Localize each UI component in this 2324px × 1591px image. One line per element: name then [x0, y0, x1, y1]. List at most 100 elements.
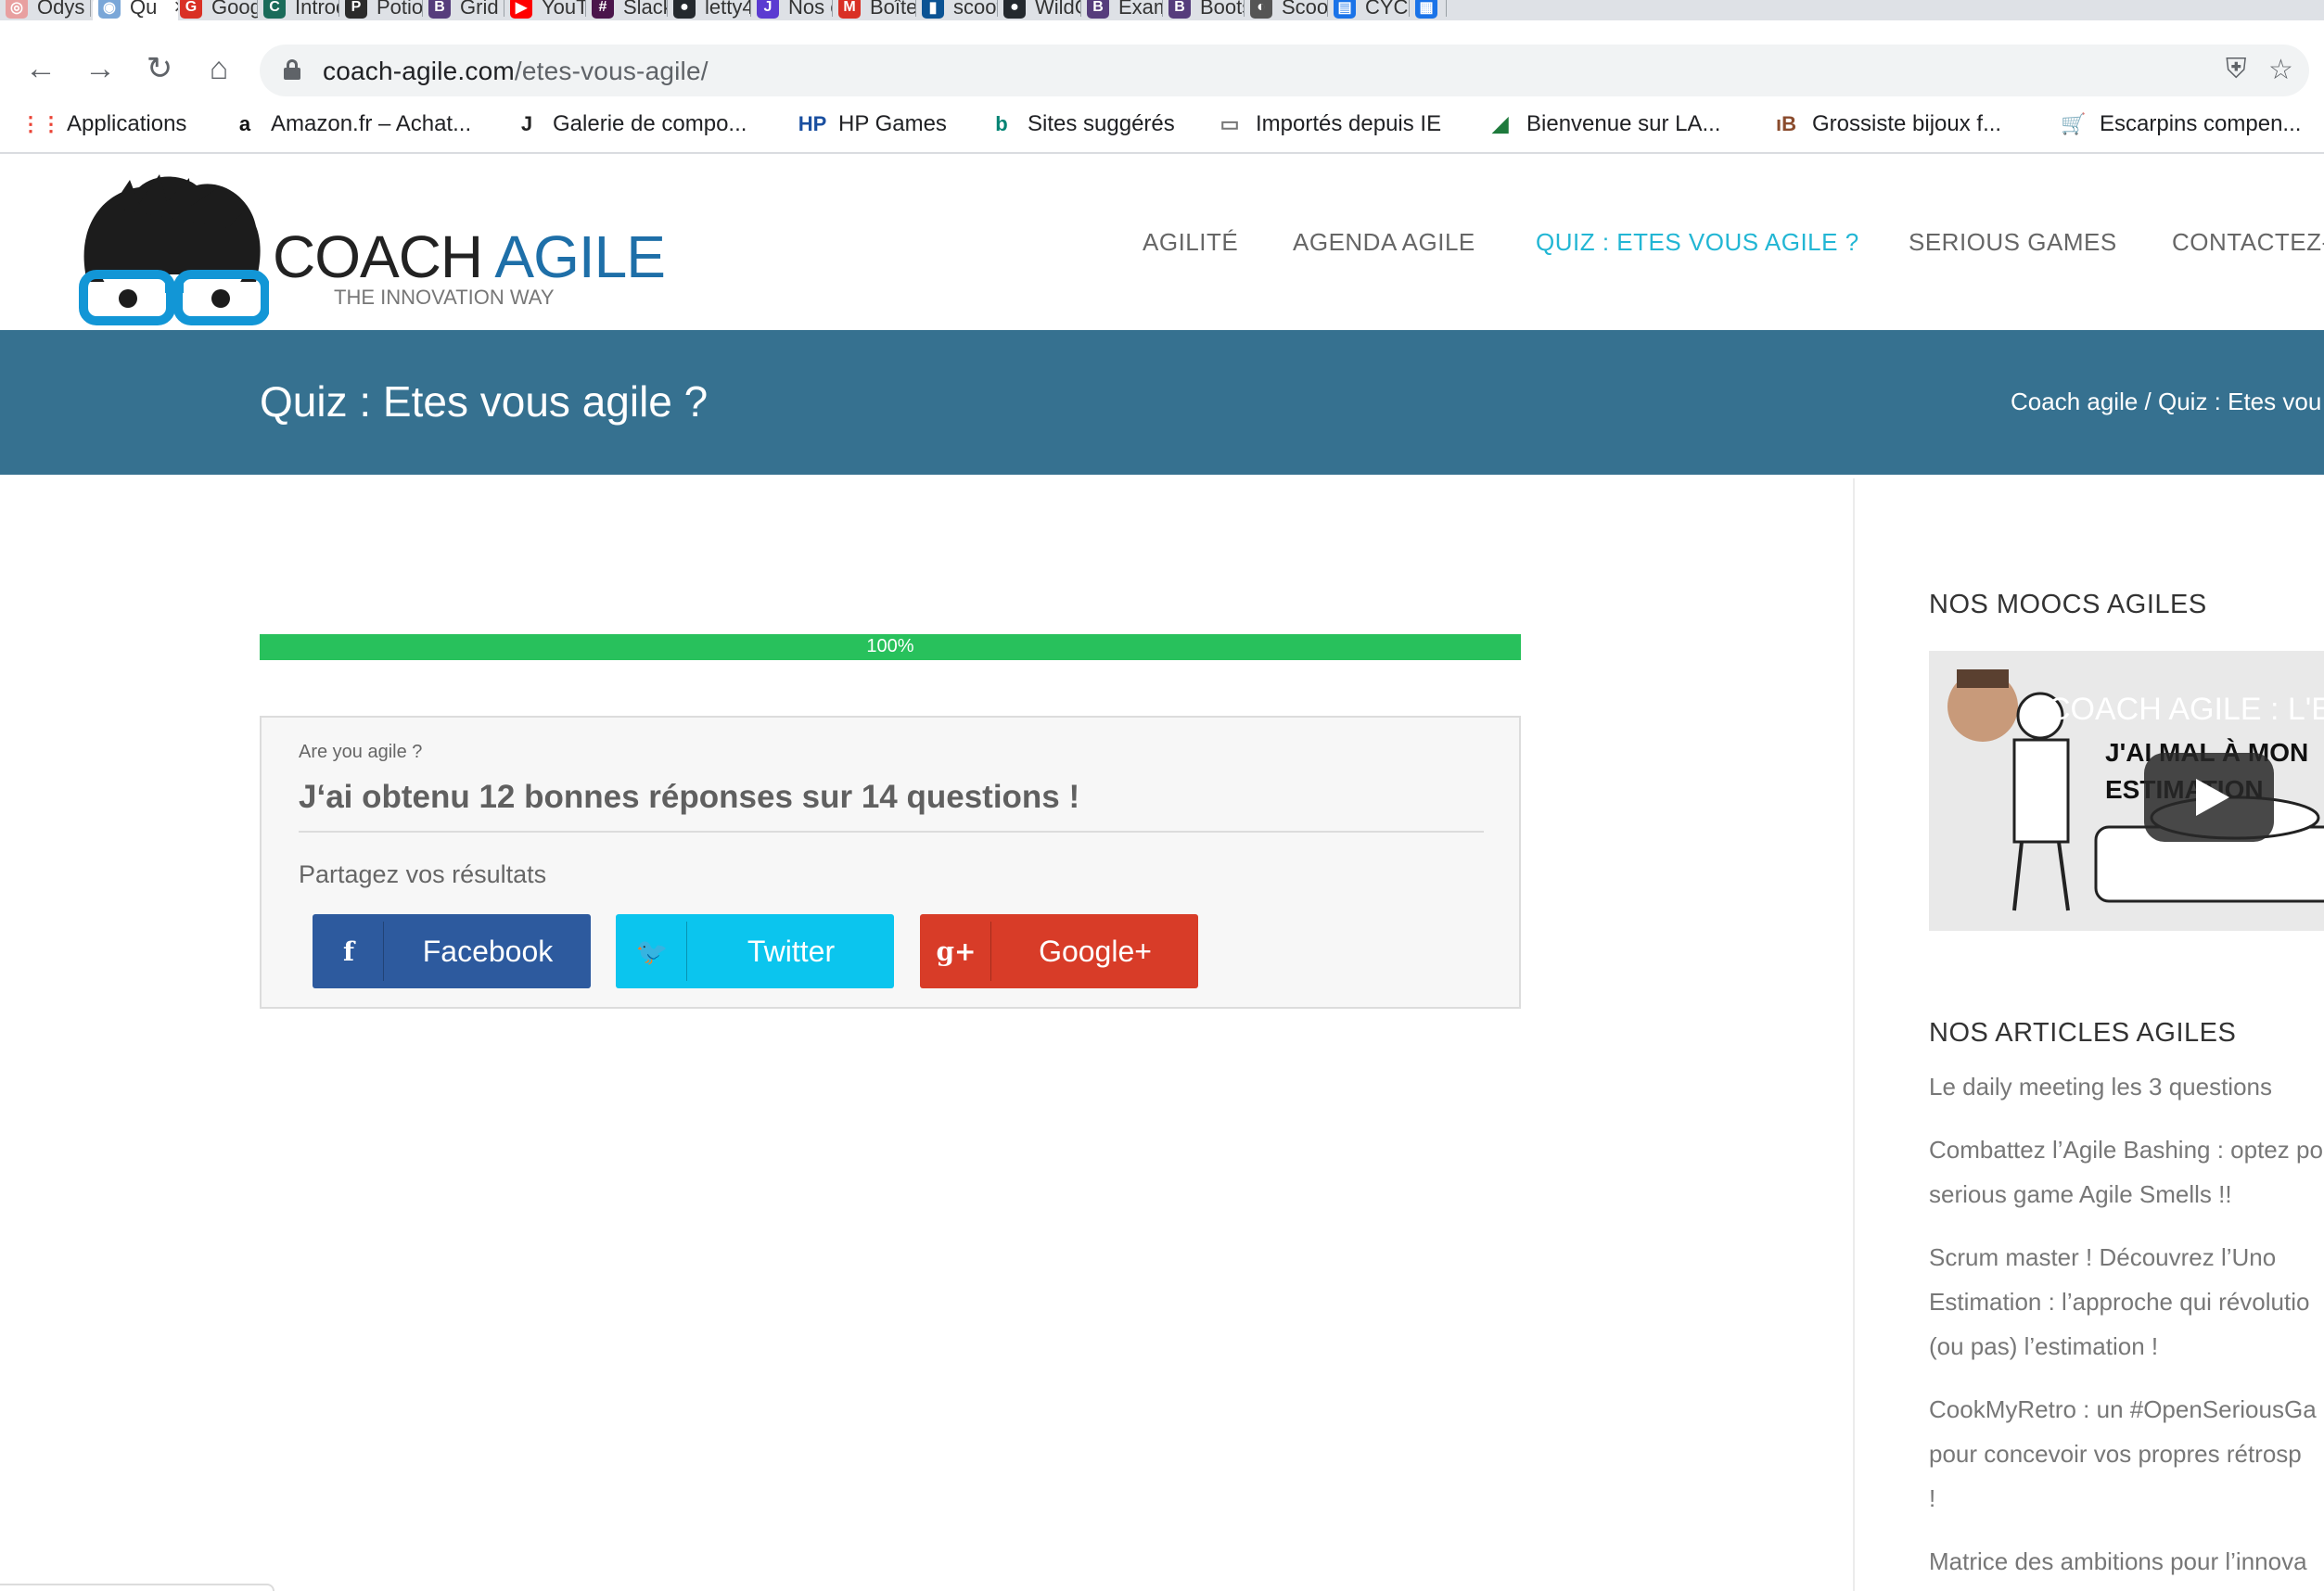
tab-label: WildC	[1035, 0, 1081, 19]
cart-icon: 🛒	[2061, 112, 2087, 135]
logo-tagline: THE INNOVATION WAY	[334, 286, 555, 309]
tab-label: Introd	[295, 0, 339, 19]
home-button[interactable]: ⌂	[200, 50, 237, 87]
url-domain: coach-agile.com	[323, 57, 515, 85]
breadcrumb[interactable]: Coach agile / Quiz : Etes vou	[2011, 388, 2321, 416]
logo-word-agile: AGILE	[494, 223, 666, 290]
article-link[interactable]: CookMyRetro : un #OpenSeriousGa pour conc…	[1929, 1387, 2324, 1521]
tracking-shield-icon[interactable]: ⛨	[2226, 54, 2247, 85]
browser-tab[interactable]: ◐ Scoo	[1245, 0, 1328, 20]
bookmark-item[interactable]: ıB Grossiste bijoux f...	[1773, 111, 2001, 137]
article-link[interactable]: Le daily meeting les 3 questions	[1929, 1064, 2324, 1109]
tab-favicon-icon: ▮	[922, 0, 944, 19]
browser-tab[interactable]: B Boots	[1163, 0, 1245, 20]
bookmark-label: Amazon.fr – Achat...	[271, 111, 472, 136]
articles-widget-title: NOS ARTICLES AGILES	[1929, 1018, 2237, 1048]
mooc-video-thumbnail[interactable]: COACH AGILE : L'ES J'AI MAL À MON ESTIMA…	[1929, 651, 2324, 931]
browser-tab[interactable]: ▶ YouTu	[504, 0, 586, 20]
nav-item[interactable]: CONTACTEZ-	[2172, 228, 2324, 257]
bookmark-label: Bienvenue sur LA...	[1526, 111, 1721, 136]
browser-tab[interactable]: ▤ CYCL	[1328, 0, 1410, 20]
browser-tab[interactable]: P Potio	[339, 0, 423, 20]
tab-label: Nos c	[788, 0, 833, 19]
site-header: COACH AGILE THE INNOVATION WAY AGILITÉ AG…	[0, 163, 2324, 330]
share-button-label: Twitter	[747, 935, 836, 968]
back-arrow-icon: ←	[25, 50, 57, 86]
bookmark-item[interactable]: ⋮⋮ Applications	[20, 111, 186, 137]
article-link[interactable]: Scrum master ! Découvrez l’Uno Estimation…	[1929, 1235, 2324, 1368]
bookmark-label: Sites suggérés	[1028, 111, 1175, 136]
tab-favicon-icon: ◉	[98, 0, 121, 19]
browser-tab[interactable]: C Introd	[258, 0, 339, 20]
quiz-result-box: Are you agile ? J‘ai obtenu 12 bonnes ré…	[260, 716, 1521, 1009]
address-bar[interactable]: coach-agile.com/etes-vous-agile/ ⛨ ☆	[260, 45, 2309, 96]
bing-icon: b	[995, 112, 1008, 135]
browser-tab[interactable]: J Nos c	[751, 0, 833, 20]
bookmark-item[interactable]: HP HP Games	[798, 111, 947, 137]
tab-favicon-icon: G	[180, 0, 202, 19]
browser-tab[interactable]: B Exam	[1081, 0, 1163, 20]
coach-mascot-icon	[79, 174, 269, 325]
bookmark-label: Galerie de compo...	[553, 111, 747, 136]
video-title: COACH AGILE : L'ES	[2048, 692, 2324, 727]
reload-button[interactable]: ↻	[141, 50, 178, 87]
article-link[interactable]: Matrice des ambitions pour l’innova	[1929, 1539, 2324, 1584]
url-text[interactable]: coach-agile.com/etes-vous-agile/	[323, 57, 709, 86]
browser-tab[interactable]: ▦V	[1410, 0, 1447, 20]
tab-favicon-icon: P	[345, 0, 367, 19]
browser-tab[interactable]: M Boîte	[833, 0, 916, 20]
share-google-plus-button[interactable]: g+ Google+	[920, 914, 1198, 988]
reload-icon: ↻	[146, 51, 173, 86]
button-divider	[990, 922, 991, 981]
bookmark-label: Escarpins compen...	[2100, 111, 2302, 136]
browser-tab[interactable]: ◎ Odys	[0, 0, 91, 20]
bookmark-item[interactable]: a Amazon.fr – Achat...	[232, 111, 471, 137]
browser-toolbar: ← → ↻ ⌂ coach-agile.com/etes-vous-agile/…	[0, 20, 2324, 96]
bookmark-item[interactable]: 🛒 Escarpins compen...	[2061, 111, 2301, 137]
page-title-banner: Quiz : Etes vous agile ? Coach agile / Q…	[0, 330, 2324, 475]
article-link[interactable]: Combattez l’Agile Bashing : optez po seri…	[1929, 1127, 2324, 1216]
tab-favicon-icon: B	[1087, 0, 1109, 19]
tab-favicon-icon: C	[263, 0, 286, 19]
share-facebook-button[interactable]: f Facebook	[313, 914, 591, 988]
bookmark-item[interactable]: J Galerie de compo...	[514, 111, 747, 137]
browser-tab[interactable]: ● letty4	[668, 0, 751, 20]
browser-tab[interactable]: ◉Qu×	[93, 0, 178, 20]
article-link-line: CookMyRetro : un #OpenSeriousGa	[1929, 1395, 2317, 1423]
nav-item[interactable]: SERIOUS GAMES	[1909, 228, 2117, 257]
bookmark-item[interactable]: ▭ Importés depuis IE	[1217, 111, 1442, 137]
bookmark-label: Grossiste bijoux f...	[1812, 111, 2002, 136]
twitter-icon: 🐦	[635, 936, 669, 967]
home-icon: ⌂	[209, 50, 229, 86]
nav-item[interactable]: AGILITÉ	[1143, 228, 1238, 257]
facebook-icon: f	[342, 936, 355, 967]
tab-favicon-icon: ▦	[1415, 0, 1437, 19]
browser-tab[interactable]: G Goog	[174, 0, 258, 20]
site-icon: ◢	[1492, 112, 1509, 135]
forward-button[interactable]: →	[82, 50, 119, 87]
tab-strip: ◎Odys◉Qu×GGoogCIntrodPPotioBGrid s▶YouTu…	[0, 0, 2324, 20]
site-logo[interactable]: COACH AGILE THE INNOVATION WAY	[74, 171, 666, 328]
back-button[interactable]: ←	[22, 50, 59, 87]
tab-label: Goog	[211, 0, 258, 19]
nav-item[interactable]: AGENDA AGILE	[1293, 228, 1475, 257]
browser-tab[interactable]: ● WildC	[998, 0, 1081, 20]
article-link-line: pour concevoir vos propres rétrosp	[1929, 1440, 2302, 1468]
url-path: /etes-vous-agile/	[514, 57, 709, 85]
share-twitter-button[interactable]: 🐦 Twitter	[616, 914, 894, 988]
bookmark-item[interactable]: b Sites suggérés	[989, 111, 1175, 137]
tab-label: scoot	[953, 0, 998, 19]
logo-word-coach: COACH	[273, 223, 495, 290]
page-title: Quiz : Etes vous agile ?	[260, 377, 709, 426]
bookmark-item[interactable]: ◢ Bienvenue sur LA...	[1488, 111, 1721, 137]
tab-favicon-icon: ●	[1003, 0, 1026, 19]
browser-tab[interactable]: # Slack	[586, 0, 668, 20]
tab-favicon-icon: ▶	[510, 0, 532, 19]
bookmark-star-icon[interactable]: ☆	[2268, 54, 2293, 86]
article-link-line: !	[1929, 1484, 1936, 1512]
browser-tab[interactable]: ▮ scoot	[916, 0, 998, 20]
browser-tab[interactable]: B Grid s	[423, 0, 504, 20]
nav-item[interactable]: QUIZ : ETES VOUS AGILE ?	[1536, 228, 1859, 257]
tab-label: Qu	[130, 0, 158, 19]
play-button[interactable]	[2144, 753, 2274, 842]
